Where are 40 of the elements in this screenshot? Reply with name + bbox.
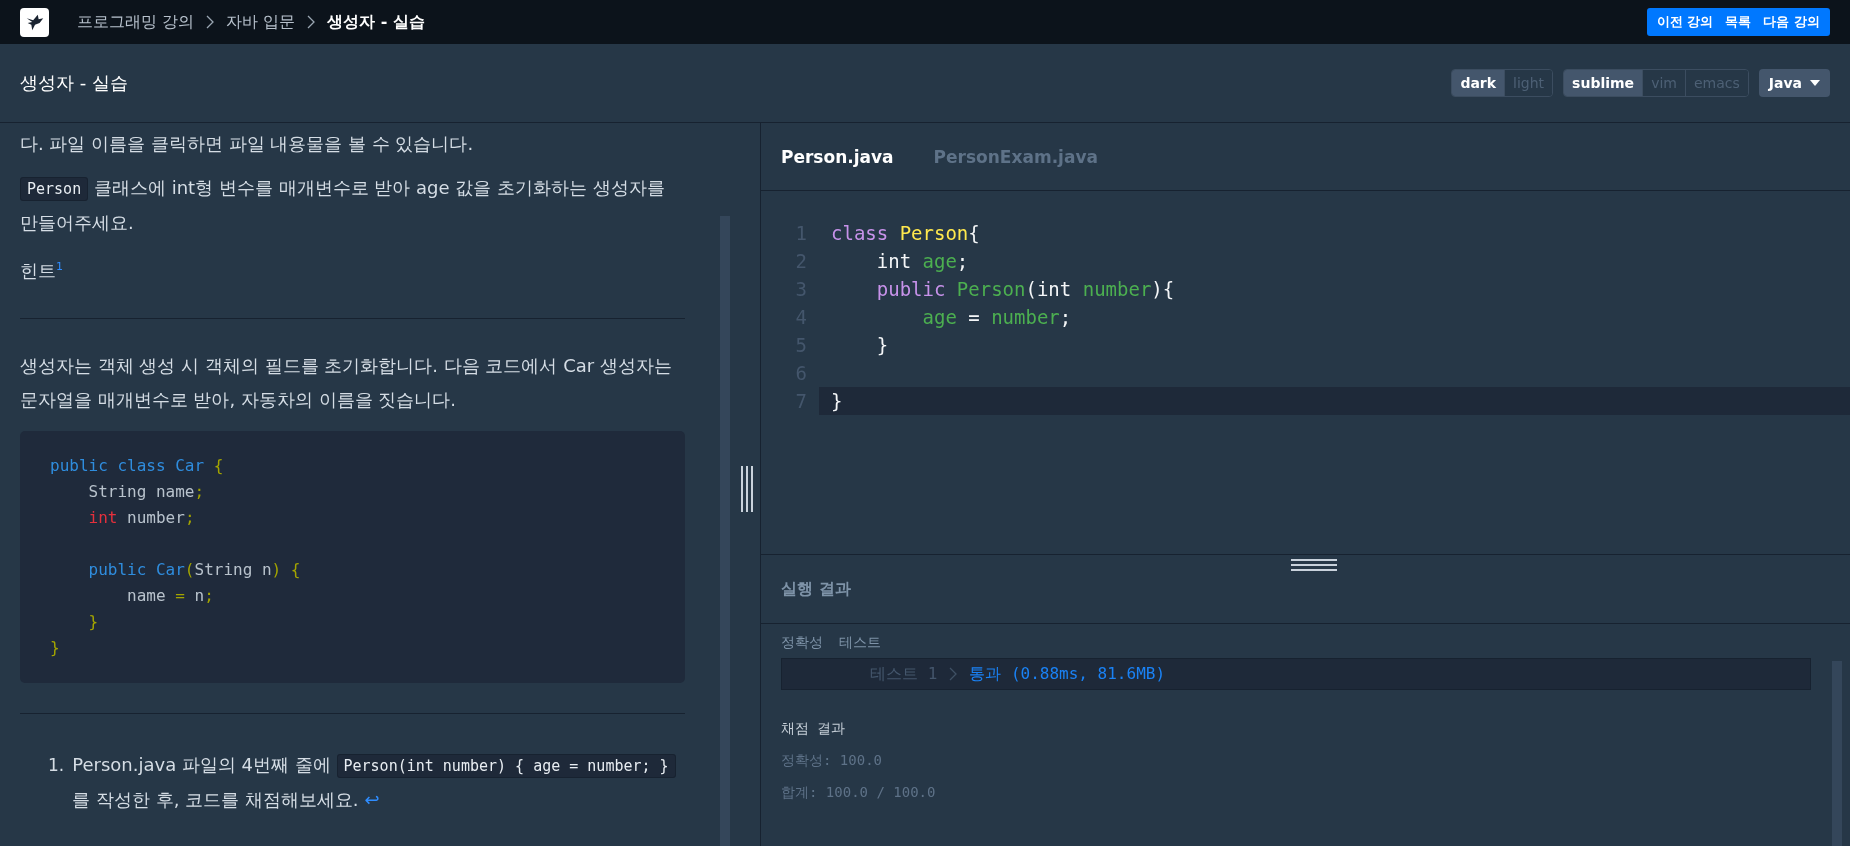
test-outcome: 통과 (0.88ms, 81.6MB) [969,663,1166,685]
file-tab[interactable]: PersonExam.java [933,146,1098,167]
chevron-right-icon [206,15,215,29]
chevron-right-icon [307,15,316,29]
chevron-right-icon [949,667,958,681]
results-label: 테스트 [839,634,881,652]
code-line: int age; [875,249,970,274]
code-line: } [875,333,890,358]
grading-title: 채점 결과 [781,720,847,738]
lesson-paragraph: 생성자는 객체 생성 시 객체의 필드를 초기화합니다. 다음 코드에서 Car 생성자는 문자열을 매개변수로 받아, 자동차의 이름을 짓습니다. [20,354,673,412]
code-line: public Person(int number){ [875,277,1176,302]
page-title: 생성자 - 실습 [20,71,128,95]
code-line: age = number; [921,305,1073,330]
lesson-paragraph: Person 클래스에 int형 변수를 매개변수로 받아 age 값을 초기화하는 생성자를 만들어주세요. [20,176,666,235]
theme-toggle[interactable]: dark [1452,70,1505,96]
list-number: 1. [48,754,65,777]
language-dropdown[interactable]: Java [1758,69,1830,97]
grading-score: 합계: 100.0 / 100.0 [781,784,937,802]
lecture-nav-button[interactable]: 다음 강의 [1757,8,1826,36]
lecture-nav-button[interactable]: 목록 [1719,8,1758,36]
breadcrumb-link[interactable]: 프로그래밍 강의 [77,11,195,33]
breadcrumb-link[interactable]: 생성자 - 실습 [327,11,425,33]
code-line: class Person{ [830,221,981,246]
caret-icon [1810,80,1820,86]
results-title: 실행 결과 [781,578,851,600]
backref-link[interactable]: ↩ [364,789,380,810]
footnote-link[interactable]: 1 [56,260,63,273]
lesson-paragraph: 다. 파일 이름을 클릭하면 파일 내용물을 볼 수 있습니다. [20,132,475,156]
hint-text: 힌트$^{1}$ [20,259,64,283]
resize-handle-icon[interactable] [741,466,753,512]
grading-score: 정확성: 100.0 [781,752,883,770]
resize-handle-icon[interactable] [1291,559,1337,571]
breadcrumb-link[interactable]: 자바 입문 [226,11,296,33]
logo-icon[interactable] [20,7,49,37]
code-block: public class Car { String name; int number; public Car(String n) { name = n; } } [20,431,685,683]
lecture-nav-button[interactable]: 이전 강의 [1650,8,1720,36]
results-label: 정확성 [781,634,823,652]
keymap-toggle[interactable]: sublime [1564,70,1643,96]
instruction-text: Person.java 파일의 4번째 줄에 Person(int number) { age = number; } 를 작성한 후, 코드를 채점해보세요. ↩ [72,748,685,817]
file-tab[interactable]: Person.java [781,146,894,167]
